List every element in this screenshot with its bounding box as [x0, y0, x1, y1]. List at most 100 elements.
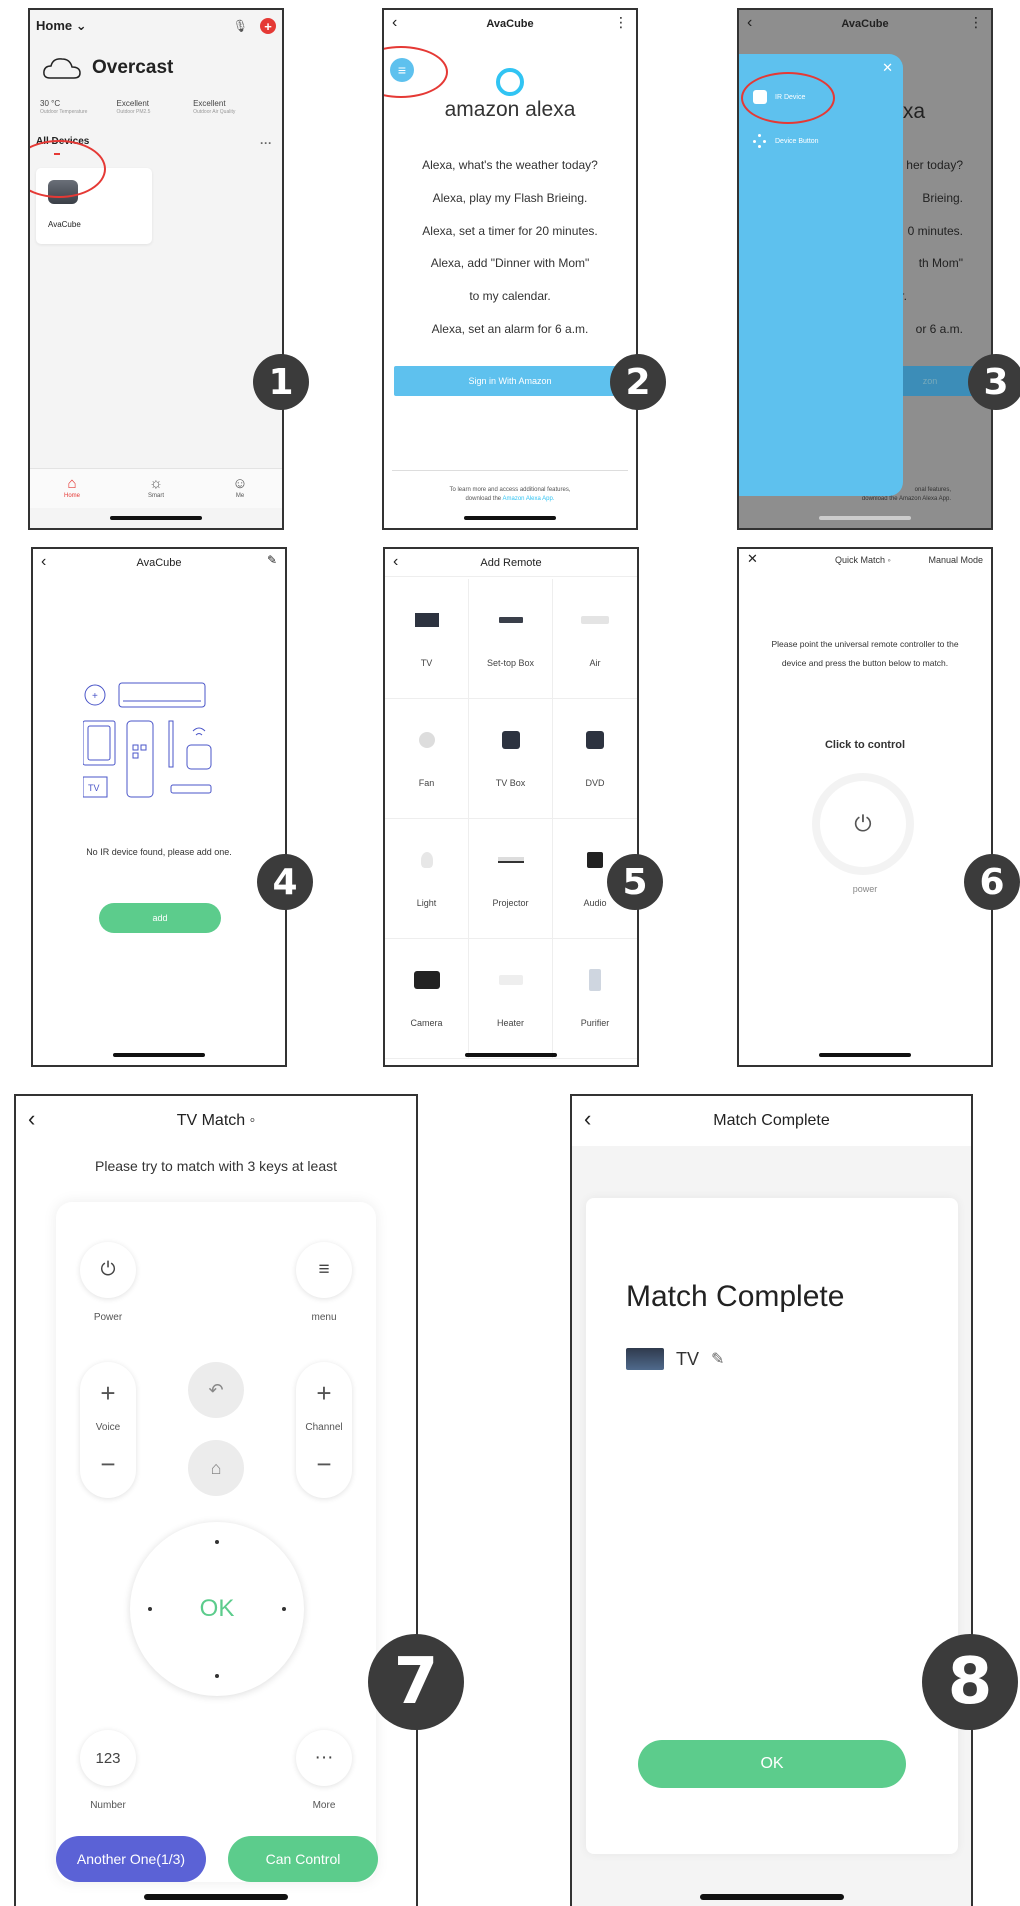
remote-type-tv-box[interactable]: TV Box	[469, 699, 553, 819]
footer-note: To learn more and access additional feat…	[384, 486, 636, 504]
dpad-right[interactable]	[282, 1607, 286, 1611]
alexa-phrase: Alexa, add "Dinner with Mom"	[430, 256, 590, 270]
number-key-label: 123	[95, 1749, 121, 1767]
remote-type-purifier[interactable]: Purifier	[553, 939, 637, 1059]
remote-type-light[interactable]: Light	[385, 819, 469, 939]
tab-home[interactable]: ⌂ Home	[47, 475, 97, 508]
remote-type-label: Purifier	[580, 1017, 610, 1028]
number-button[interactable]: 123	[80, 1730, 136, 1786]
stat-label: Outdoor PM2.5	[116, 109, 151, 115]
power-label: power	[852, 884, 878, 894]
screen-no-ir-device: ‹ AvaCube ✎ + TV No IR device found, ple…	[31, 547, 287, 1067]
more-icon[interactable]: ···	[260, 136, 272, 150]
dpad-up[interactable]	[215, 1540, 219, 1544]
close-icon[interactable]: ✕	[882, 60, 893, 76]
back-icon[interactable]: ‹	[393, 553, 398, 571]
dpad-down[interactable]	[215, 1674, 219, 1678]
add-icon[interactable]: +	[260, 18, 276, 34]
more-button[interactable]: ···	[296, 1730, 352, 1786]
remote-type-heater[interactable]: Heater	[469, 939, 553, 1059]
remote-type-fan[interactable]: Fan	[385, 699, 469, 819]
stat-pm25: Excellent Outdoor PM2.5	[117, 99, 194, 115]
pencil-icon[interactable]: ✎	[711, 1349, 724, 1369]
another-one-button[interactable]: Another One(1/3)	[56, 1836, 206, 1882]
ok-button[interactable]: OK	[130, 1522, 304, 1696]
tab-quick-match[interactable]: Quick Match ◦	[835, 555, 891, 565]
step-badge-7: 7	[368, 1634, 464, 1730]
add-device-button[interactable]: add	[99, 903, 221, 933]
air-conditioner-icon	[581, 610, 609, 630]
remote-type-camera[interactable]: Camera	[385, 939, 469, 1059]
tv-icon	[414, 610, 439, 630]
sun-icon: ☼	[149, 475, 163, 492]
dpad-left[interactable]	[148, 1607, 152, 1611]
dimmed-signin-label: zon	[922, 376, 938, 386]
microphone-icon[interactable]: 🎙	[233, 19, 248, 33]
alexa-phrase: Alexa, play my Flash Brieing.	[432, 191, 588, 205]
screen-tv-match: ‹ TV Match ◦ Please try to match with 3 …	[14, 1094, 418, 1906]
stat-label: Outdoor Temperature	[40, 109, 88, 115]
alexa-ring-icon	[496, 68, 524, 96]
power-button[interactable]: ⏻	[820, 781, 906, 867]
volume-down-icon[interactable]: −	[80, 1449, 136, 1480]
nav-bar: ‹ AvaCube ⋮	[384, 10, 636, 38]
back-icon[interactable]: ‹	[747, 14, 752, 32]
remote-type-projector[interactable]: Projector	[469, 819, 553, 939]
tab-me[interactable]: ☺ Me	[215, 475, 265, 508]
menu-item-device-button[interactable]: Device Button	[753, 134, 819, 148]
remote-type-label: Audio	[583, 897, 607, 908]
screen-alexa: ‹ AvaCube ⋮ ≡ amazon alexa Alexa, what's…	[382, 8, 638, 530]
screen-alexa-menu: ‹ AvaCube ⋮ exa her today? Brieing. 0 mi…	[737, 8, 993, 530]
back-button[interactable]: ↶	[188, 1362, 244, 1418]
home-button[interactable]: ⌂	[188, 1440, 244, 1496]
user-icon: ☺	[232, 475, 248, 492]
power-label: Power	[93, 1312, 123, 1323]
step-badge-4: 4	[257, 854, 313, 910]
volume-rocker[interactable]: + Voice −	[80, 1362, 136, 1498]
purifier-icon	[589, 968, 601, 991]
remote-type-dvd[interactable]: DVD	[553, 699, 637, 819]
alexa-app-link[interactable]: Amazon Alexa App.	[502, 496, 554, 502]
remote-type-set-top-box[interactable]: Set-top Box	[469, 579, 553, 699]
channel-rocker[interactable]: + Channel −	[296, 1362, 352, 1498]
can-control-button[interactable]: Can Control	[228, 1836, 378, 1882]
channel-down-icon[interactable]: −	[296, 1449, 352, 1480]
back-icon[interactable]: ‹	[584, 1106, 591, 1132]
home-indicator	[113, 1053, 205, 1057]
remote-type-label: Projector	[492, 897, 529, 908]
home-indicator	[465, 1053, 557, 1057]
kebab-menu-icon[interactable]: ⋮	[614, 14, 628, 31]
step-badge-8: 8	[922, 1634, 1018, 1730]
tab-manual-mode[interactable]: Manual Mode	[928, 555, 983, 565]
nav-bar: ‹ Add Remote	[385, 549, 637, 577]
tv-icon	[626, 1348, 664, 1370]
remote-type-label: Fan	[418, 777, 435, 788]
dots-icon	[753, 134, 767, 148]
back-icon[interactable]: ‹	[28, 1106, 35, 1132]
volume-up-icon[interactable]: +	[80, 1378, 136, 1409]
sign-in-amazon-button[interactable]: Sign in With Amazon	[394, 366, 626, 396]
menu-button[interactable]: ≡	[296, 1242, 352, 1298]
instruction-text: Please point the universal remote contro…	[771, 639, 959, 668]
direction-pad[interactable]: OK	[130, 1522, 304, 1696]
channel-up-icon[interactable]: +	[296, 1378, 352, 1409]
back-icon[interactable]: ‹	[41, 553, 46, 571]
back-icon[interactable]: ‹	[392, 14, 397, 32]
remote-type-tv[interactable]: TV	[385, 579, 469, 699]
kebab-menu-icon[interactable]: ⋮	[969, 14, 983, 31]
home-icon: ⌂	[210, 1457, 222, 1478]
alexa-phrase: Alexa, set a timer for 20 minutes.	[422, 224, 598, 238]
power-button[interactable]: ⏻	[80, 1242, 136, 1298]
weather-block: Overcast	[42, 56, 173, 80]
camera-icon	[413, 970, 440, 990]
remote-type-label: TV Box	[495, 777, 526, 788]
ok-button[interactable]: OK	[638, 1740, 906, 1788]
tab-smart[interactable]: ☼ Smart	[131, 475, 181, 508]
edit-icon[interactable]: ✎	[267, 553, 277, 567]
close-icon[interactable]: ✕	[747, 551, 758, 567]
remote-type-air[interactable]: Air	[553, 579, 637, 699]
nav-bar: ‹ AvaCube ✎	[33, 549, 285, 577]
remote-type-label: Heater	[496, 1017, 524, 1028]
home-selector[interactable]: Home ⌄	[36, 18, 87, 34]
nav-title: Match Complete	[713, 1112, 830, 1129]
